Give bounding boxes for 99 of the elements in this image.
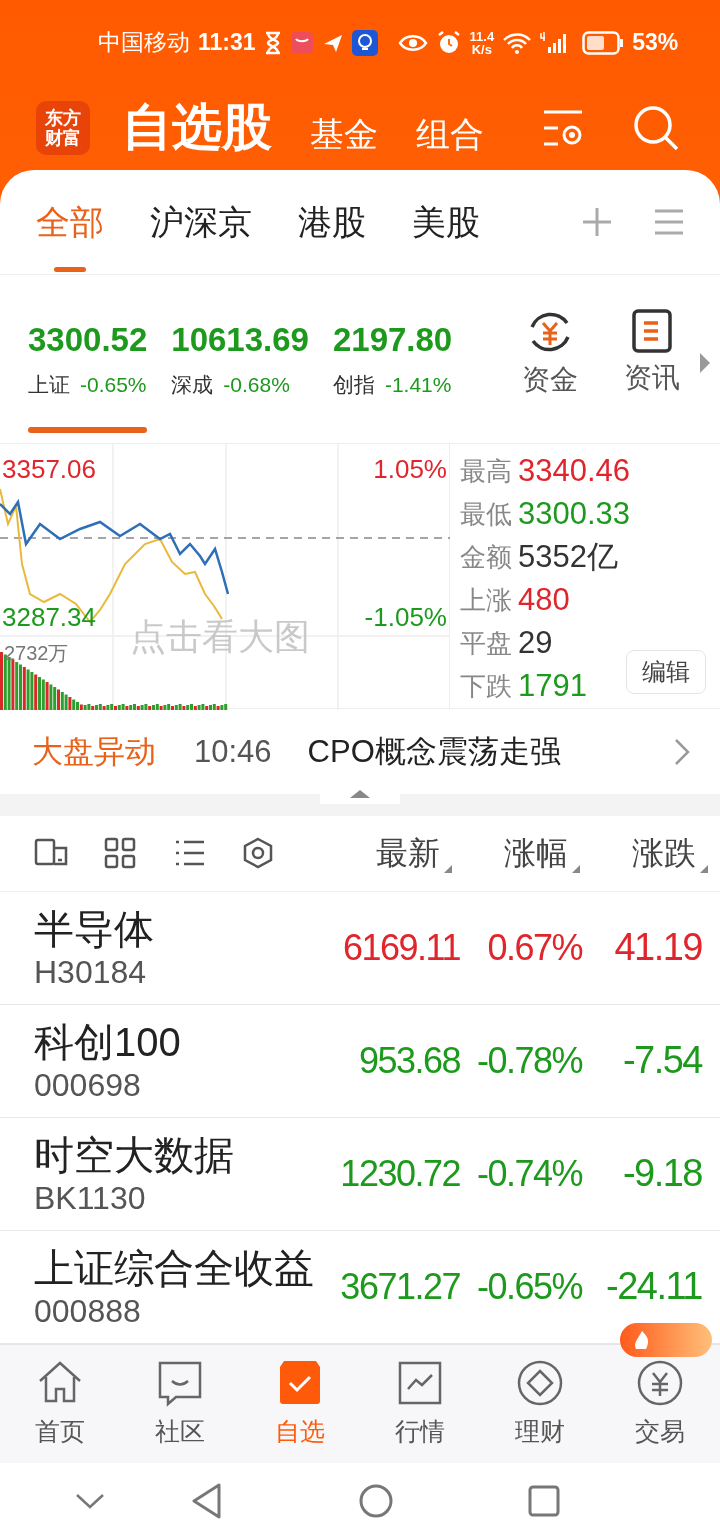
nav-item[interactable]: 首页 xyxy=(0,1358,120,1451)
stock-price: 1230.72 xyxy=(340,1151,460,1196)
nav-item[interactable]: 理财 xyxy=(480,1358,600,1451)
index-change: -1.41% xyxy=(384,372,452,399)
logo-text: 财富 xyxy=(45,127,81,148)
tab[interactable]: 港股 xyxy=(298,170,366,275)
sort-icon xyxy=(700,865,708,874)
grid-icon[interactable] xyxy=(104,837,136,870)
logo-text: 东方 xyxy=(45,107,81,128)
lightbulb-icon xyxy=(351,29,378,56)
chevron-down-icon[interactable] xyxy=(75,1492,105,1511)
alert-text[interactable]: CPO概念震荡走强 xyxy=(307,728,561,776)
stock-row[interactable]: 半导体 H30184 6169.11 0.67% 41.19 xyxy=(0,891,720,1005)
chart-percent-label: -1.05% xyxy=(364,600,447,634)
stock-price: 953.68 xyxy=(358,1038,460,1083)
stock-name: 时空大数据 xyxy=(34,1131,234,1179)
stock-row[interactable]: 科创100 000698 953.68 -0.78% -7.54 xyxy=(0,1004,720,1118)
nav-item[interactable]: 交易 xyxy=(600,1358,720,1451)
search-icon[interactable] xyxy=(632,103,680,152)
battery-percent: 53% xyxy=(632,28,679,58)
diamond-circle-icon xyxy=(516,1358,564,1407)
shopping-bag-icon xyxy=(289,30,314,55)
stock-name: 半导体 xyxy=(34,905,154,953)
column-header[interactable]: 最新 xyxy=(326,829,454,878)
battery-icon xyxy=(582,30,625,55)
wifi-icon xyxy=(502,31,533,54)
stat-value: 29 xyxy=(518,623,553,662)
stat-label: 金额 xyxy=(460,540,512,574)
yen-coin-icon xyxy=(636,1358,684,1407)
target-icon[interactable] xyxy=(242,837,274,870)
stock-code: 000698 xyxy=(34,1065,142,1104)
stock-change-percent: -0.78% xyxy=(475,1038,582,1083)
stock-change: -9.18 xyxy=(621,1151,702,1197)
back-icon[interactable] xyxy=(191,1483,221,1520)
eye-icon xyxy=(397,32,428,53)
index-value: 10613.69 xyxy=(171,321,309,360)
home-button-icon[interactable] xyxy=(358,1483,394,1520)
hourglass-icon xyxy=(263,30,282,55)
index-name: 深成 xyxy=(171,372,214,399)
tool-button[interactable]: 资金 xyxy=(510,275,590,402)
stock-price: 6169.11 xyxy=(343,925,460,970)
nav-item[interactable]: 行情 xyxy=(360,1358,480,1451)
index-name: 创指 xyxy=(332,372,375,399)
index-name: 上证 xyxy=(28,372,70,399)
recent-apps-icon[interactable] xyxy=(528,1485,560,1518)
column-header[interactable]: 涨跌 xyxy=(582,829,710,878)
stock-name: 上证综合全收益 xyxy=(34,1244,314,1292)
stock-change: -24.11 xyxy=(605,1264,702,1310)
index-item[interactable]: 3300.52 上证 -0.65% xyxy=(28,275,148,443)
edit-button[interactable]: 编辑 xyxy=(626,650,706,695)
stock-code: H30184 xyxy=(34,952,148,991)
document-icon xyxy=(632,309,672,354)
index-value: 2197.80 xyxy=(332,321,453,360)
stat-label: 最高 xyxy=(460,454,512,488)
stat-value: 3340.46 xyxy=(518,451,631,490)
stat-value: 480 xyxy=(518,580,570,619)
chevron-right-icon[interactable] xyxy=(674,737,690,766)
sort-icon xyxy=(444,865,452,874)
stat-label: 上涨 xyxy=(460,583,512,617)
scroll-right-icon xyxy=(700,353,710,374)
stat-value: 5352亿 xyxy=(518,537,618,576)
alert-time: 10:46 xyxy=(194,732,272,771)
stock-change-percent: 0.67% xyxy=(486,925,582,970)
stock-change: 41.19 xyxy=(613,925,702,971)
stock-change-percent: -0.65% xyxy=(475,1264,582,1309)
tool-button[interactable]: 资讯 xyxy=(612,275,692,400)
volume-label: 2732万 xyxy=(4,640,69,666)
index-item[interactable]: 10613.69 深成 -0.68% xyxy=(171,275,309,443)
menu-icon[interactable] xyxy=(654,209,684,236)
clock-time: 11:31 xyxy=(198,28,256,58)
stock-row[interactable]: 时空大数据 BK1130 1230.72 -0.74% -9.18 xyxy=(0,1117,720,1231)
carrier-name: 中国移动 xyxy=(98,28,190,58)
stock-code: 000888 xyxy=(34,1291,142,1330)
add-icon[interactable] xyxy=(582,207,612,238)
stat-label: 下跌 xyxy=(460,669,512,703)
stock-price: 3671.27 xyxy=(340,1264,460,1309)
index-item[interactable]: 2197.80 创指 -1.41% xyxy=(332,275,453,443)
chart-percent-label: 1.05% xyxy=(373,452,447,486)
tab[interactable]: 沪深京 xyxy=(150,170,252,275)
network-speed-unit: K/s xyxy=(471,42,492,56)
index-change: -0.65% xyxy=(80,372,147,399)
sort-icon xyxy=(572,865,580,874)
index-change: -0.68% xyxy=(223,372,290,399)
network-speed: 11.4 xyxy=(469,29,495,43)
stat-value: 3300.33 xyxy=(518,494,631,533)
index-value: 3300.52 xyxy=(28,321,148,360)
column-header[interactable]: 涨幅 xyxy=(454,829,582,878)
stock-name: 科创100 xyxy=(34,1018,181,1066)
app-logo[interactable]: 东方 财富 xyxy=(36,100,90,155)
stock-change-percent: -0.74% xyxy=(475,1151,582,1196)
chart-price-label: 3357.06 xyxy=(2,452,96,486)
nav-item[interactable]: 社区 xyxy=(120,1358,240,1451)
tab[interactable]: 美股 xyxy=(412,170,480,275)
stat-label: 最低 xyxy=(460,497,512,531)
list-icon[interactable] xyxy=(174,839,206,868)
stock-change: -7.54 xyxy=(621,1038,702,1084)
stock-code: BK1130 xyxy=(34,1178,147,1217)
stat-value: 1791 xyxy=(518,666,587,705)
stat-label: 平盘 xyxy=(460,626,512,660)
